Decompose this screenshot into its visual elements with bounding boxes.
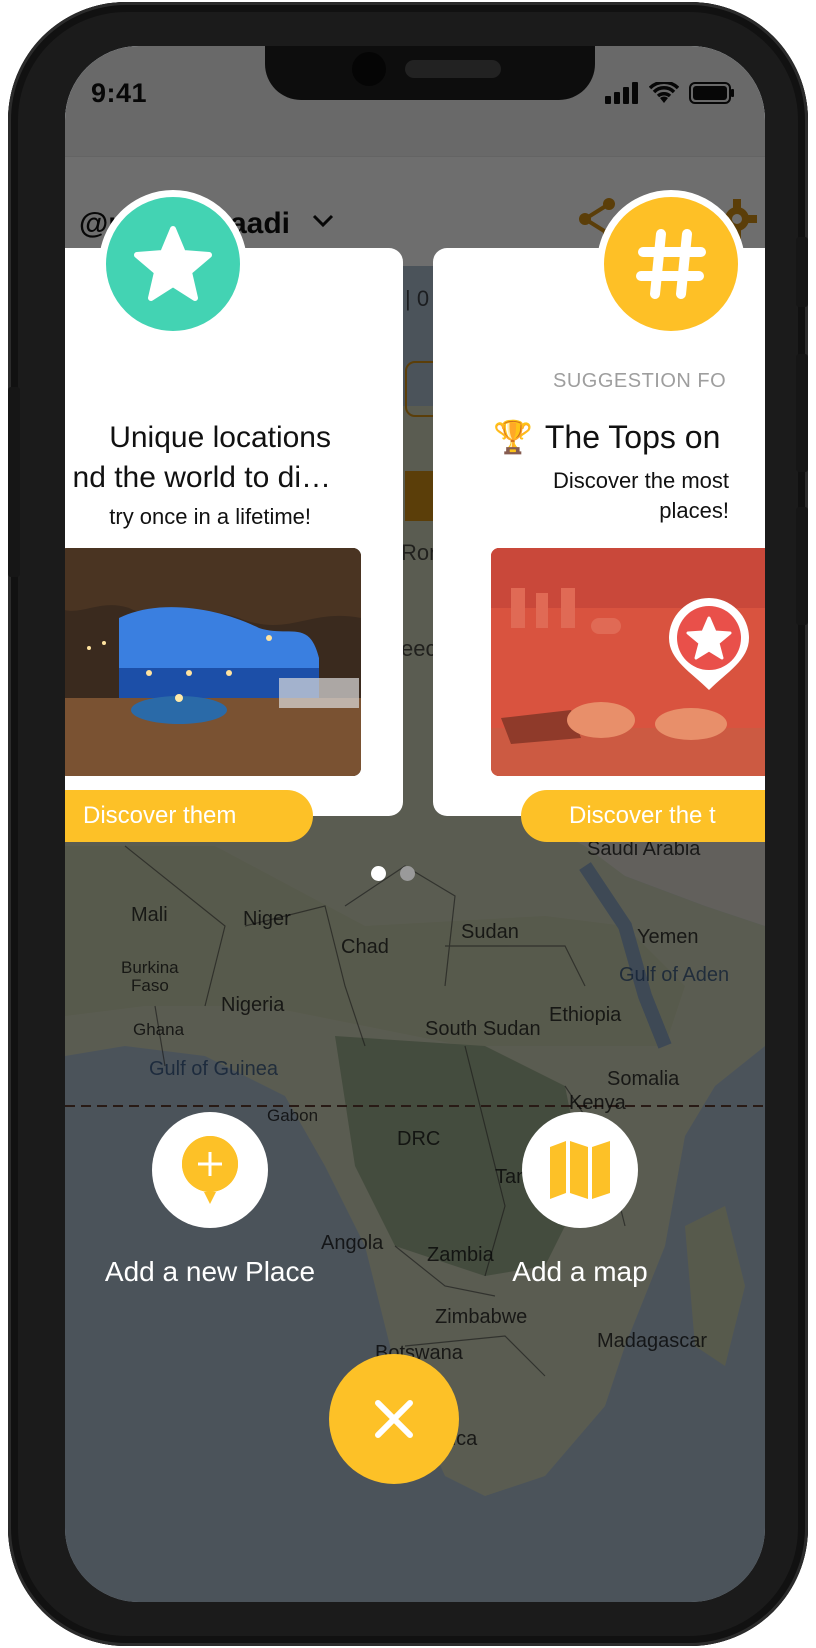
- badge: [99, 190, 247, 338]
- page-dot-active[interactable]: [371, 866, 386, 881]
- hashtag-icon: [636, 229, 706, 299]
- star-icon: [134, 226, 212, 301]
- side-button: [796, 237, 808, 307]
- camera: [352, 52, 386, 86]
- page-dot[interactable]: [400, 866, 415, 881]
- add-place-label: Add a new Place: [104, 1256, 316, 1287]
- suggestion-card[interactable]: Unique locations nd the world to di… try…: [65, 190, 403, 842]
- close-button[interactable]: [329, 1354, 459, 1484]
- card-description-line: places!: [659, 498, 729, 523]
- screen: 9:41 @nayan.maadi | 0 Rom eece Saudi Ara…: [65, 46, 765, 1602]
- speaker: [405, 60, 501, 78]
- add-pin-icon: [182, 1136, 238, 1204]
- volume-button: [796, 507, 808, 625]
- cave-restaurant-photo: [65, 548, 361, 776]
- suggestion-card[interactable]: SUGGESTION FO 🏆 The Tops on Discover the…: [433, 190, 765, 842]
- add-map-action[interactable]: Add a map: [465, 1112, 695, 1288]
- carousel-pagination: [371, 866, 415, 881]
- volume-button: [796, 354, 808, 472]
- discover-button[interactable]: Discover the t: [521, 790, 765, 842]
- add-map-button[interactable]: [522, 1112, 638, 1228]
- add-place-action[interactable]: Add a new Place: [95, 1112, 325, 1288]
- side-button: [8, 387, 20, 577]
- card-title-line: Unique locations: [109, 421, 331, 454]
- card-description-line: Discover the most: [552, 468, 729, 493]
- discover-button[interactable]: Discover them: [65, 790, 313, 842]
- trophy-icon: 🏆: [493, 419, 533, 455]
- phone-notch: [265, 46, 595, 100]
- phone-frame: 9:41 @nayan.maadi | 0 Rom eece Saudi Ara…: [8, 2, 808, 1646]
- add-map-label: Add a map: [512, 1256, 648, 1287]
- card-title: The Tops on: [544, 418, 721, 455]
- map-icon: [550, 1141, 610, 1199]
- close-icon: [375, 1400, 413, 1438]
- add-place-button[interactable]: [152, 1112, 268, 1228]
- card-label: SUGGESTION FO: [553, 370, 727, 392]
- card-subtitle: try once in a lifetime!: [109, 504, 311, 529]
- badge: [597, 190, 745, 338]
- card-title-line: nd the world to di…: [72, 461, 331, 494]
- food-stall-photo: [491, 548, 765, 776]
